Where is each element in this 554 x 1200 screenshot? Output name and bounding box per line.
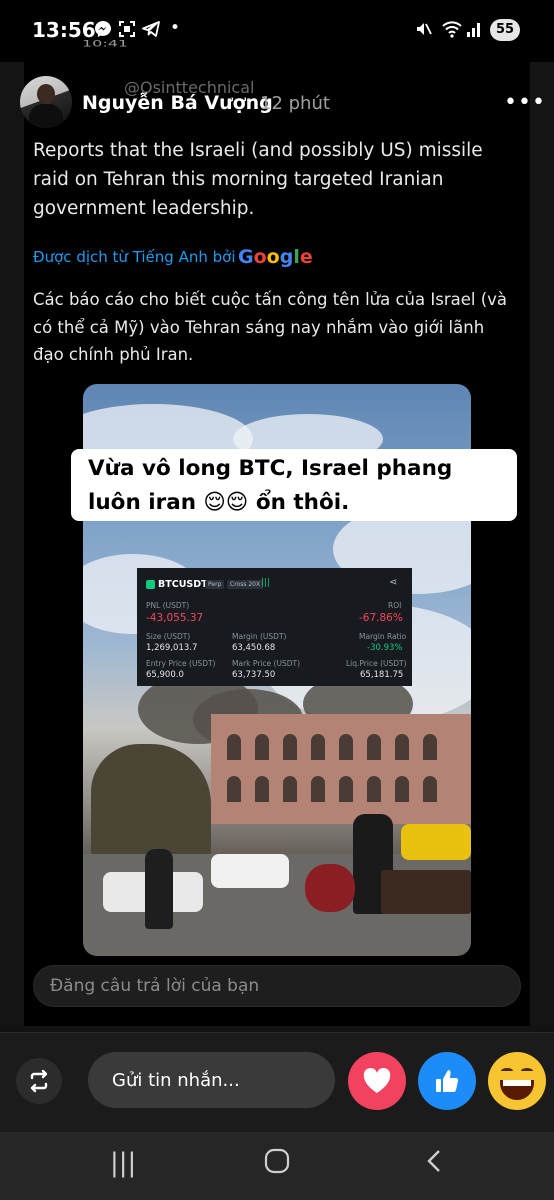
margin-ratio-label: Margin Ratio: [359, 632, 407, 641]
translation-link[interactable]: Được dịch từ Tiếng Anh bởi: [33, 248, 236, 266]
post-time: 12 phút: [260, 93, 330, 114]
building: [211, 714, 471, 824]
margin-value: 63,450.68: [232, 643, 276, 653]
google-logo: Google: [238, 246, 313, 268]
home-icon[interactable]: [264, 1148, 290, 1181]
roi-label: ROI: [388, 601, 402, 610]
heart-reaction-icon[interactable]: [348, 1052, 406, 1110]
roi-value: -67.86%: [359, 612, 403, 624]
avatar[interactable]: [20, 76, 72, 128]
margin-label: Margin (USDT): [232, 632, 287, 641]
cross-tag: Cross 20X: [227, 580, 264, 589]
message-placeholder: Gửi tin nhắn...: [112, 1070, 240, 1091]
like-reaction-icon[interactable]: [418, 1052, 476, 1110]
battery-indicator: 55: [490, 19, 520, 41]
more-options-icon[interactable]: •••: [504, 90, 546, 115]
liq-label: Liq.Price (USDT): [346, 659, 407, 668]
recent-apps-icon[interactable]: |||: [110, 1148, 136, 1178]
mark-value: 63,737.50: [232, 670, 276, 680]
binance-icon: [146, 580, 155, 589]
pnl-value: -43,055.37: [146, 612, 204, 624]
pnl-label: PNL (USDT): [146, 601, 190, 610]
share-icon: ⋖: [389, 577, 398, 588]
peek-time: 10:41: [82, 38, 129, 49]
entry-value: 65,900.0: [146, 670, 184, 680]
tree: [91, 744, 211, 864]
bench: [381, 870, 471, 914]
liq-value: 65,181.75: [360, 670, 404, 680]
telegram-icon: [142, 20, 160, 43]
margin-ratio-value: -30.93%: [367, 643, 403, 653]
laugh-reaction-icon[interactable]: [488, 1052, 546, 1110]
leverage-icon: |||: [261, 578, 271, 588]
wifi-icon: [442, 20, 462, 43]
entry-label: Entry Price (USDT): [146, 659, 216, 668]
dot-icon: •: [170, 18, 181, 38]
vibrate-mute-icon: [414, 20, 432, 43]
signal-icon: [466, 20, 482, 43]
author-name[interactable]: Nguyễn Bá Vượng: [82, 92, 273, 114]
size-value: 1,269,013.7: [146, 643, 198, 653]
trade-card: BTCUSDT Perp Cross 20X ||| ⋖ PNL (USDT) …: [137, 568, 412, 686]
size-label: Size (USDT): [146, 632, 191, 641]
reply-placeholder: Đăng câu trả lời của bạn: [50, 976, 260, 996]
perp-tag: Perp: [205, 580, 225, 589]
original-text: Reports that the Israeli (and possibly U…: [33, 140, 483, 219]
caption-text: Vừa vô long BTC, Israel phang luôn iran …: [88, 456, 453, 515]
back-icon[interactable]: [424, 1148, 444, 1181]
mark-label: Mark Price (USDT): [232, 659, 301, 668]
trade-pair: BTCUSDT: [158, 579, 208, 590]
translated-text: Các báo cáo cho biết cuộc tấn công tên l…: [33, 290, 508, 364]
repeat-icon[interactable]: [16, 1058, 62, 1104]
